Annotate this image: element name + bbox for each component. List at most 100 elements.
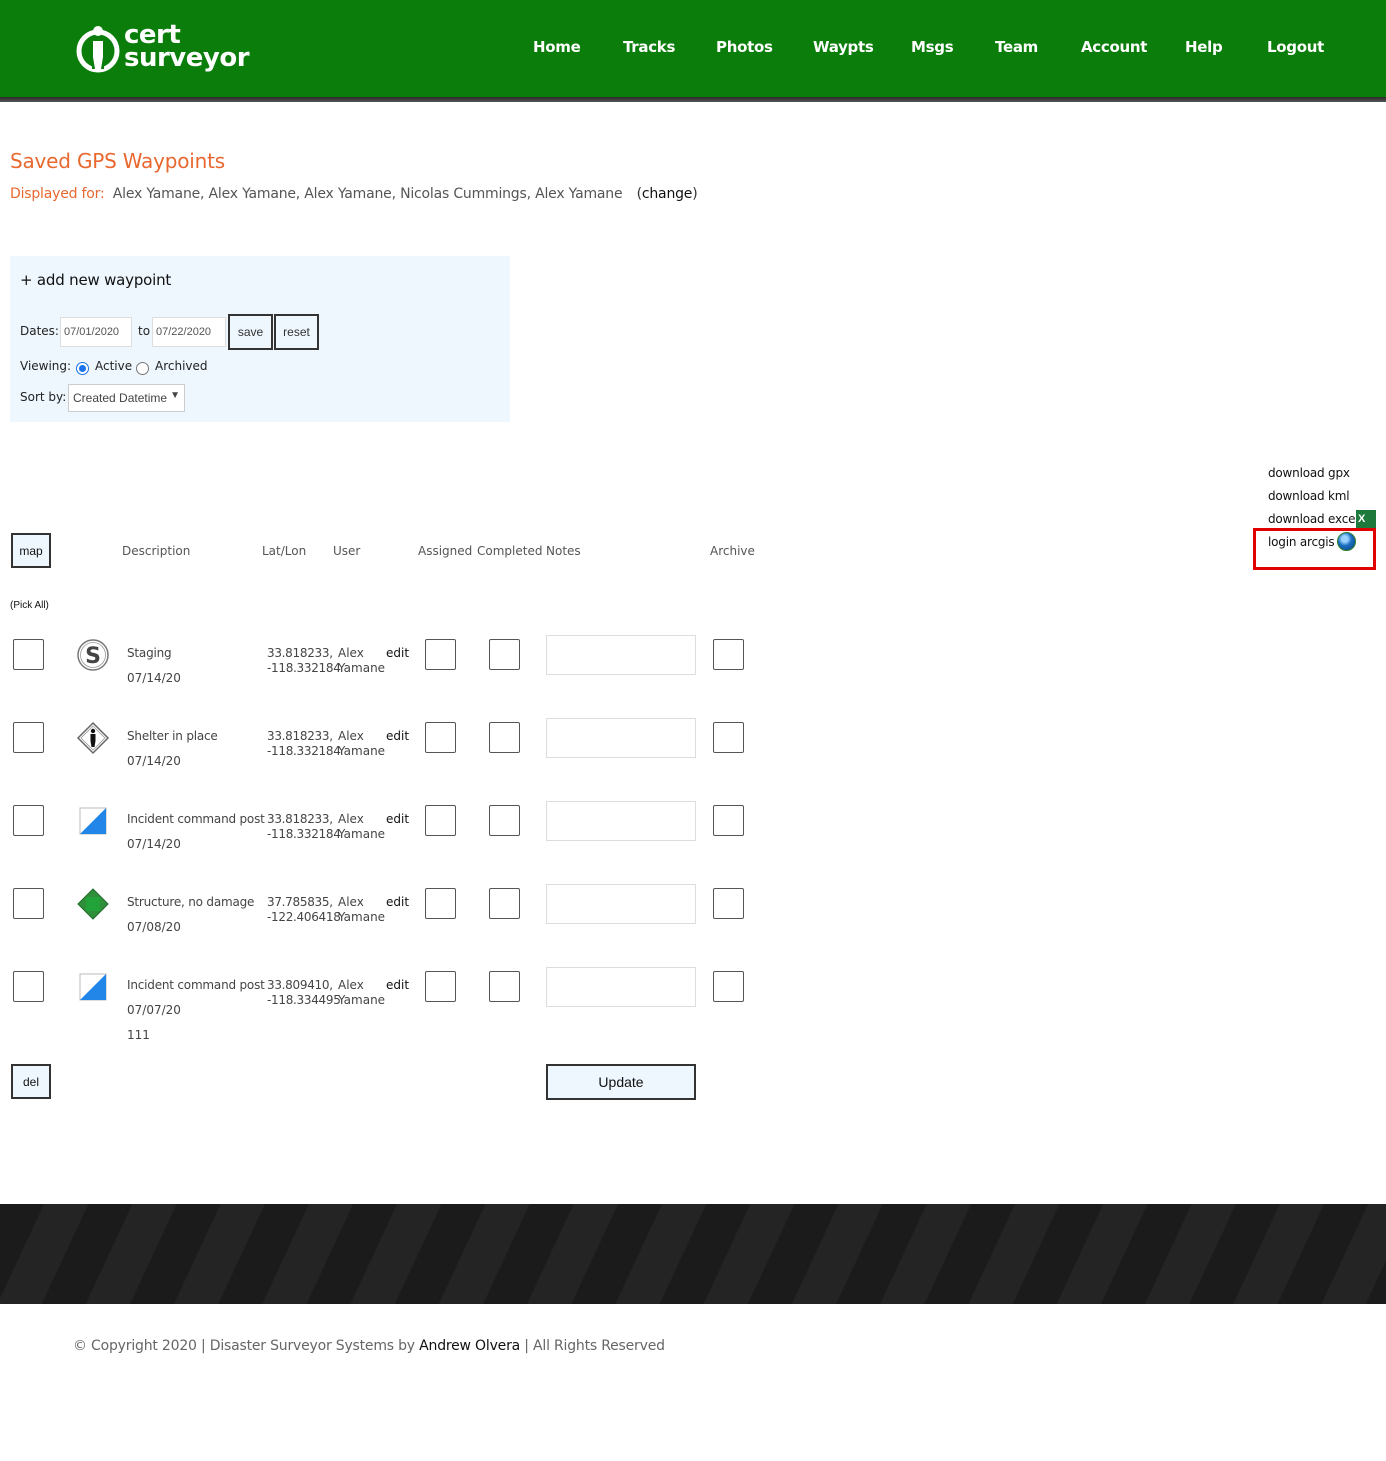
waypoint-description: Staging — [127, 646, 172, 660]
archived-radio[interactable] — [136, 362, 149, 375]
command-post-icon — [79, 807, 107, 835]
notes-input[interactable] — [546, 635, 696, 675]
nav-photos[interactable]: Photos — [716, 38, 773, 56]
col-completed: Completed — [477, 544, 543, 558]
assigned-checkbox[interactable] — [425, 805, 456, 836]
completed-checkbox[interactable] — [489, 722, 520, 753]
archive-checkbox[interactable] — [713, 971, 744, 1002]
main-nav: Home Tracks Photos Waypts Msgs Team Acco… — [0, 38, 1386, 62]
col-latlon: Lat/Lon — [262, 544, 307, 558]
waypoint-date: 07/14/20 — [127, 754, 181, 768]
header-divider — [0, 97, 1386, 102]
assigned-checkbox[interactable] — [425, 722, 456, 753]
edit-link[interactable]: edit — [386, 646, 409, 660]
waypoint-user: Alex Yamane — [338, 646, 386, 675]
footer-author-link[interactable]: Andrew Olvera — [419, 1338, 520, 1354]
edit-link[interactable]: edit — [386, 978, 409, 992]
active-radio[interactable] — [76, 362, 89, 375]
waypoint-latlon: 33.818233, -118.332184 — [267, 646, 341, 675]
edit-link[interactable]: edit — [386, 729, 409, 743]
delete-button[interactable]: del — [11, 1064, 51, 1099]
archived-label: Archived — [155, 359, 208, 373]
site-header: cert surveyor Home Tracks Photos Waypts … — [0, 0, 1386, 97]
viewing-label: Viewing: — [20, 359, 72, 373]
notes-input[interactable] — [546, 718, 696, 758]
sort-by-label: Sort by: — [20, 390, 67, 404]
table-row: Shelter in place 07/14/20 33.818233, -118… — [0, 718, 760, 803]
assigned-checkbox[interactable] — [425, 971, 456, 1002]
notes-input[interactable] — [546, 967, 696, 1007]
edit-link[interactable]: edit — [386, 895, 409, 909]
waypoint-date: 07/07/20 — [127, 1003, 181, 1017]
excel-icon[interactable]: X — [1356, 510, 1376, 528]
archive-checkbox[interactable] — [713, 639, 744, 670]
completed-checkbox[interactable] — [489, 888, 520, 919]
nav-waypts[interactable]: Waypts — [813, 38, 874, 56]
notes-input[interactable] — [546, 884, 696, 924]
waypoint-description: Incident command post — [127, 978, 265, 992]
download-excel-link[interactable]: download excel — [1268, 512, 1359, 526]
filter-panel: + add new waypoint Dates: to save reset … — [10, 256, 510, 422]
nav-account[interactable]: Account — [1081, 38, 1147, 56]
sort-by-value: Created Datetime — [73, 391, 168, 405]
nav-team[interactable]: Team — [995, 38, 1038, 56]
select-checkbox[interactable] — [13, 805, 44, 836]
add-waypoint-link[interactable]: + add new waypoint — [20, 271, 171, 289]
reset-button[interactable]: reset — [274, 314, 319, 350]
completed-checkbox[interactable] — [489, 639, 520, 670]
table-row: S Staging 07/14/20 33.818233, -118.332184… — [0, 635, 760, 720]
waypoint-extra: 111 — [127, 1028, 150, 1042]
nav-logout[interactable]: Logout — [1267, 38, 1324, 56]
select-checkbox[interactable] — [13, 971, 44, 1002]
download-kml-link[interactable]: download kml — [1268, 489, 1350, 503]
update-button[interactable]: Update — [546, 1064, 696, 1100]
staging-icon: S — [77, 639, 109, 671]
waypoint-description: Incident command post — [127, 812, 265, 826]
col-description: Description — [122, 544, 191, 558]
nav-tracks[interactable]: Tracks — [623, 38, 675, 56]
waypoint-user: Alex Yamane — [338, 978, 386, 1007]
nav-msgs[interactable]: Msgs — [911, 38, 954, 56]
notes-input[interactable] — [546, 801, 696, 841]
save-button[interactable]: save — [228, 314, 273, 350]
edit-link[interactable]: edit — [386, 812, 409, 826]
waypoint-latlon: 33.818233, -118.332184 — [267, 729, 341, 758]
nav-home[interactable]: Home — [533, 38, 581, 56]
structure-no-damage-icon — [77, 888, 109, 920]
page-title: Saved GPS Waypoints — [10, 149, 225, 173]
completed-checkbox[interactable] — [489, 805, 520, 836]
nav-help[interactable]: Help — [1185, 38, 1223, 56]
select-checkbox[interactable] — [13, 888, 44, 919]
footer-copyright: © Copyright 2020 | Disaster Surveyor Sys… — [73, 1338, 665, 1354]
waypoint-date: 07/08/20 — [127, 920, 181, 934]
assigned-checkbox[interactable] — [425, 639, 456, 670]
table-row: Incident command post 07/14/20 33.818233… — [0, 801, 760, 886]
change-link[interactable]: change — [642, 186, 693, 202]
date-from-input[interactable] — [60, 317, 132, 347]
dates-label: Dates: — [20, 324, 59, 338]
download-gpx-link[interactable]: download gpx — [1268, 466, 1350, 480]
completed-checkbox[interactable] — [489, 971, 520, 1002]
displayed-for-label: Displayed for: — [10, 186, 105, 202]
waypoint-description: Shelter in place — [127, 729, 218, 743]
map-button[interactable]: map — [11, 533, 51, 568]
select-checkbox[interactable] — [13, 722, 44, 753]
archive-checkbox[interactable] — [713, 722, 744, 753]
footer-band — [0, 1204, 1386, 1304]
sort-by-select[interactable]: Created Datetime ▼ — [68, 384, 185, 412]
to-label: to — [138, 324, 151, 338]
date-to-input[interactable] — [152, 317, 226, 347]
assigned-checkbox[interactable] — [425, 888, 456, 919]
archive-checkbox[interactable] — [713, 805, 744, 836]
shelter-icon — [76, 721, 110, 755]
waypoint-latlon: 37.785835, -122.406418 — [267, 895, 341, 924]
pick-all-link[interactable]: (Pick All) — [10, 600, 49, 611]
command-post-icon — [79, 973, 107, 1001]
svg-text:S: S — [85, 644, 101, 669]
table-row: Incident command post 07/07/20 111 33.80… — [0, 967, 760, 1052]
change-wrapper: (change) — [636, 186, 698, 202]
select-checkbox[interactable] — [13, 639, 44, 670]
chevron-down-icon: ▼ — [170, 390, 180, 401]
archive-checkbox[interactable] — [713, 888, 744, 919]
highlight-box — [1253, 528, 1376, 570]
